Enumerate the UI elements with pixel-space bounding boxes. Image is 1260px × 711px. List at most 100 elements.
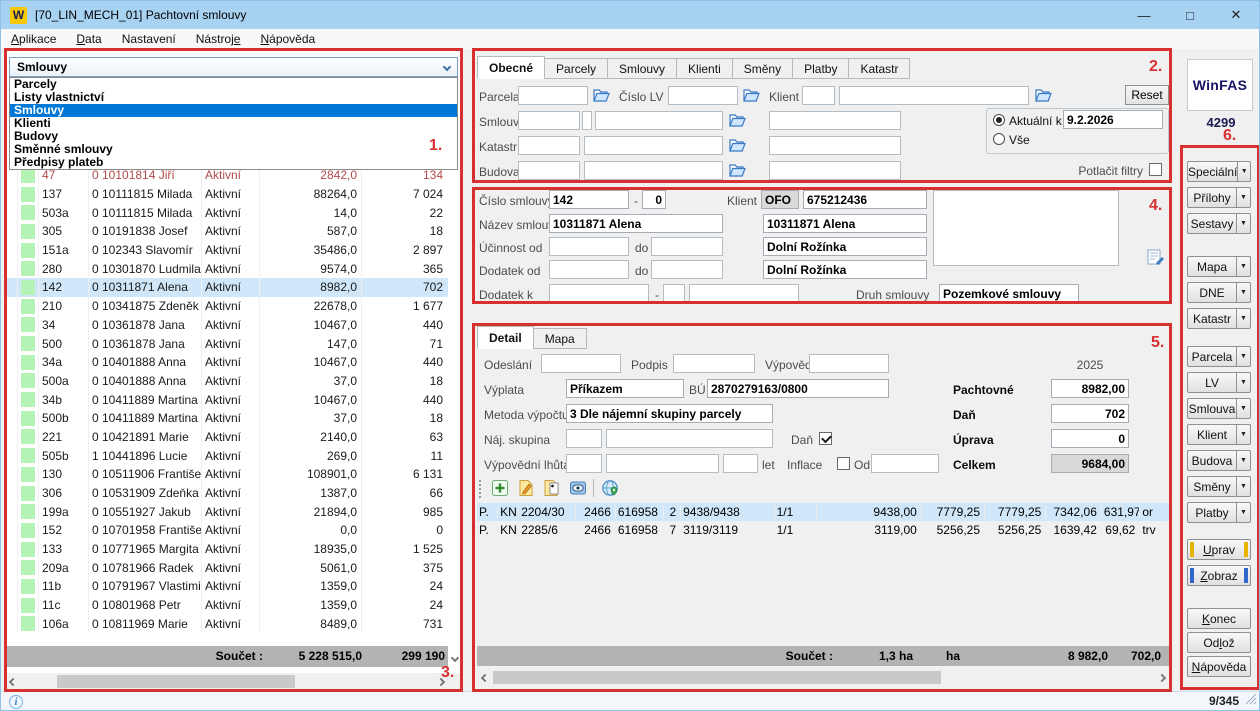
menu-nastaveni[interactable]: Nastavení <box>112 29 186 49</box>
dodatek-od-input[interactable] <box>549 260 629 279</box>
map-globe-icon[interactable] <box>599 478 621 498</box>
uprav-button[interactable]: Uprav <box>1187 539 1251 560</box>
table-row[interactable]: 34b 0 10411889 Martina Aktivní 10467,0 4… <box>5 390 448 409</box>
menu-data[interactable]: Data <box>66 29 111 49</box>
open-folder-icon[interactable] <box>743 88 760 103</box>
odloz-button[interactable]: Odlož <box>1187 632 1251 653</box>
filter-tab[interactable]: Směny <box>732 58 793 79</box>
vypoved-input[interactable] <box>809 354 889 373</box>
table-row[interactable]: 142 0 10311871 Alena Aktivní 8982,0 702 <box>5 278 448 297</box>
edit-note-icon[interactable] <box>1147 249 1165 271</box>
misto-input-2[interactable]: Dolní Rožínka <box>763 260 927 279</box>
druh-smlouvy-input[interactable]: Pozemkové smlouvy <box>939 284 1079 303</box>
table-row[interactable]: 306 0 10531909 Zdeňka Aktivní 1387,0 66 <box>5 484 448 503</box>
vypovedni-lhuta-code-input[interactable] <box>566 454 602 473</box>
sidebar-dropdown-button[interactable]: Směny ▼ <box>1187 476 1251 497</box>
sidebar-dropdown-button[interactable]: Platby ▼ <box>1187 502 1251 523</box>
table-row[interactable]: 106a 0 10811969 Marie Aktivní 8489,0 731 <box>5 615 448 634</box>
scrollbar-thumb[interactable] <box>57 675 295 688</box>
parcel-row[interactable]: P.KN 2204/302466 6169582 9438/94381/1 94… <box>477 503 1169 521</box>
smlouva-filter-input[interactable] <box>518 111 580 130</box>
naj-skupina-name-input[interactable] <box>606 429 773 448</box>
table-row[interactable]: 305 0 10191838 Josef Aktivní 587,0 18 <box>5 222 448 241</box>
table-row[interactable]: 500a 0 10401888 Anna Aktivní 37,0 18 <box>5 372 448 391</box>
chevron-down-icon[interactable]: ▼ <box>1236 257 1250 276</box>
sidebar-dropdown-button[interactable]: Mapa ▼ <box>1187 256 1251 277</box>
scroll-right-arrow[interactable] <box>433 673 448 690</box>
scroll-left-arrow[interactable] <box>477 669 492 686</box>
open-folder-icon[interactable] <box>593 88 610 103</box>
chevron-down-icon[interactable]: ▼ <box>1236 214 1250 233</box>
smlouva-sub-filter-input[interactable] <box>582 111 592 130</box>
zobraz-button[interactable]: Zobraz <box>1187 565 1251 586</box>
dropdown-option[interactable]: Listy vlastnictví <box>10 91 457 104</box>
vse-radio[interactable] <box>993 133 1005 145</box>
sidebar-dropdown-button[interactable]: Parcela ▼ <box>1187 346 1251 367</box>
table-row[interactable]: 34a 0 10401888 Anna Aktivní 10467,0 440 <box>5 353 448 372</box>
bu-input[interactable]: 2870279163/0800 <box>707 379 889 398</box>
inflace-checkbox[interactable] <box>837 457 850 470</box>
chevron-down-icon[interactable]: ▼ <box>1236 188 1250 207</box>
dodatek-k-name-input[interactable] <box>689 284 799 303</box>
dropdown-option[interactable]: Parcely <box>10 78 457 91</box>
parcel-row[interactable]: P.KN 2285/62466 6169587 3119/31191/1 311… <box>477 521 1169 539</box>
budova-filter-input[interactable] <box>518 161 580 180</box>
minimize-button[interactable]: — <box>1121 1 1167 29</box>
vypovedni-lhuta-years-input[interactable] <box>723 454 758 473</box>
filter-tab[interactable]: Platby <box>792 58 849 79</box>
chevron-down-icon[interactable]: ▼ <box>1236 283 1250 302</box>
table-row[interactable]: 503a 0 10111815 Milada Aktivní 14,0 22 <box>5 203 448 222</box>
odeslani-input[interactable] <box>541 354 621 373</box>
parcela-filter-input[interactable] <box>518 86 588 105</box>
chevron-down-icon[interactable]: ▼ <box>1236 503 1250 522</box>
table-row[interactable]: 151a 0 102343 Slavomír Aktivní 35486,0 2… <box>5 241 448 260</box>
klient-filter-input[interactable] <box>839 86 1029 105</box>
close-button[interactable]: ✕ <box>1213 1 1259 29</box>
dropdown-option[interactable]: Smlouvy <box>10 104 457 117</box>
menu-nastroje[interactable]: Nástroje <box>186 29 251 49</box>
dropdown-option[interactable]: Klienti <box>10 117 457 130</box>
browser-type-combobox[interactable]: Smlouvy <box>9 57 458 77</box>
sidebar-dropdown-button[interactable]: Budova ▼ <box>1187 450 1251 471</box>
table-row[interactable]: 199a 0 10551927 Jakub Aktivní 21894,0 98… <box>5 502 448 521</box>
resize-grip[interactable] <box>1244 692 1257 710</box>
filter-tab[interactable]: Obecné <box>477 56 545 79</box>
budova-name-filter-input[interactable] <box>584 161 723 180</box>
misto-input-1[interactable]: Dolní Rožínka <box>763 237 927 256</box>
filter-tab[interactable]: Klienti <box>676 58 733 79</box>
contract-notes-textarea[interactable] <box>933 190 1119 266</box>
scroll-left-arrow[interactable] <box>5 673 20 690</box>
browser-horizontal-scrollbar[interactable] <box>5 673 460 690</box>
klient-jmeno-input[interactable]: 10311871 Alena <box>763 214 927 233</box>
naj-skupina-code-input[interactable] <box>566 429 602 448</box>
chevron-down-icon[interactable]: ▼ <box>1236 399 1250 418</box>
add-parcel-icon[interactable] <box>489 478 511 498</box>
edit-parcel-icon[interactable] <box>515 478 537 498</box>
sidebar-dropdown-button[interactable]: Katastr ▼ <box>1187 308 1251 329</box>
dropdown-option[interactable]: Budovy <box>10 130 457 143</box>
chevron-down-icon[interactable]: ▼ <box>1236 373 1250 392</box>
dan-input[interactable]: 702 <box>1051 404 1129 423</box>
smlouva-name-filter-input[interactable] <box>595 111 723 130</box>
table-row[interactable]: 500 0 10361878 Jana Aktivní 147,0 71 <box>5 334 448 353</box>
table-row[interactable]: 280 0 10301870 Ludmila Aktivní 9574,0 36… <box>5 259 448 278</box>
chevron-down-icon[interactable]: ▼ <box>1237 162 1250 181</box>
menu-napoveda[interactable]: Nápověda <box>250 29 325 49</box>
vypovedni-lhuta-name-input[interactable] <box>606 454 719 473</box>
toolbar-drag-handle[interactable] <box>479 480 483 498</box>
detail-tab[interactable]: Detail <box>477 326 534 349</box>
table-row[interactable]: 133 0 10771965 Margita Aktivní 18935,0 1… <box>5 540 448 559</box>
table-row[interactable]: 11c 0 10801968 Petr Aktivní 1359,0 24 <box>5 596 448 615</box>
sidebar-dropdown-button[interactable]: LV ▼ <box>1187 372 1251 393</box>
scrollbar-down-arrow[interactable] <box>449 650 461 666</box>
date-input[interactable]: 9.2.2026 <box>1063 110 1163 129</box>
inflace-od-input[interactable] <box>871 454 939 473</box>
scrollbar-thumb[interactable] <box>493 671 941 684</box>
uprava-input[interactable]: 0 <box>1051 429 1129 448</box>
table-row[interactable]: 505b 1 10441896 Lucie Aktivní 269,0 11 <box>5 446 448 465</box>
sidebar-dropdown-button[interactable]: Klient ▼ <box>1187 424 1251 445</box>
sidebar-dropdown-button[interactable]: Smlouva ▼ <box>1187 398 1251 419</box>
podpis-input[interactable] <box>673 354 755 373</box>
table-row[interactable]: 221 0 10421891 Marie Aktivní 2140,0 63 <box>5 428 448 447</box>
dodatek-k-input[interactable] <box>549 284 649 303</box>
